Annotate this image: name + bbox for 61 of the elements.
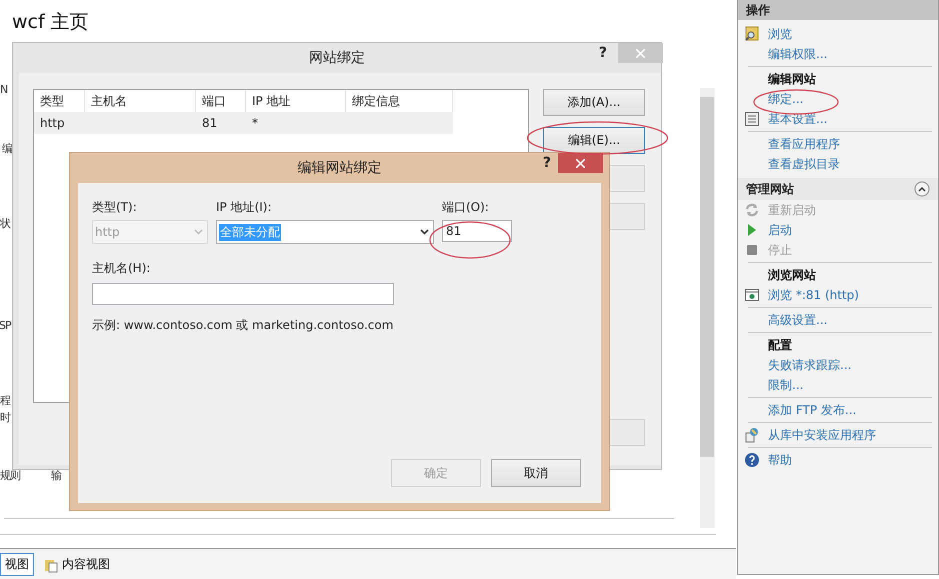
dialog-button[interactable]: 添加(A)... xyxy=(543,89,645,116)
hint-text: 示例: www.contoso.com 或 marketing.contoso.com xyxy=(92,317,394,334)
view-tab[interactable]: 视图 xyxy=(0,553,34,576)
caret-icon xyxy=(194,229,203,235)
scrollbar[interactable] xyxy=(700,88,715,528)
refresh-icon xyxy=(744,202,760,218)
hostname-field[interactable] xyxy=(92,283,394,305)
browser-window-icon xyxy=(744,287,760,303)
field-label: 主机名(H): xyxy=(92,260,152,277)
feature-label: 输 xyxy=(51,468,61,483)
dialog-title: 网站绑定 xyxy=(309,49,365,67)
action-link[interactable]: 帮助 xyxy=(768,452,792,468)
action-link[interactable]: 从库中安装应用程序 xyxy=(768,426,876,444)
view-tab[interactable]: 内容视图 xyxy=(38,553,115,576)
feature-label: 程 xyxy=(0,393,10,408)
feature-label: 编 xyxy=(2,141,12,156)
table-cell: 81 xyxy=(202,116,218,130)
dialog-button[interactable]: 编辑(E)... xyxy=(543,127,645,154)
settings-panel-icon xyxy=(744,111,760,127)
table-cell: * xyxy=(252,116,258,130)
action-link[interactable]: 编辑权限... xyxy=(768,46,828,62)
feature-label: SP xyxy=(0,319,11,332)
install-package-icon xyxy=(744,427,760,443)
field-label: 端口(O): xyxy=(442,199,490,216)
action-link[interactable]: 添加 FTP 发布... xyxy=(768,402,856,418)
action-link[interactable]: 高级设置... xyxy=(768,312,828,328)
help-button[interactable]: ? xyxy=(542,155,551,171)
caret-icon xyxy=(420,229,429,235)
field-label: 类型(T): xyxy=(92,199,138,216)
ip-dropdown[interactable]: 全部未分配 xyxy=(216,220,434,244)
action-link[interactable]: 查看虚拟目录 xyxy=(768,156,840,172)
close-button[interactable] xyxy=(558,153,603,173)
stop-icon xyxy=(744,242,760,258)
help-button[interactable]: ? xyxy=(598,45,607,61)
table-cell: http xyxy=(40,116,65,130)
collapse-icon[interactable] xyxy=(914,181,930,197)
feature-label: 状 xyxy=(0,216,10,231)
feature-label: 规则 xyxy=(0,468,20,483)
action-link[interactable]: 失败请求跟踪... xyxy=(768,356,852,374)
action-link[interactable]: 限制... xyxy=(768,376,804,394)
action-link[interactable]: 启动 xyxy=(768,222,792,238)
page-title: wcf 主页 xyxy=(12,10,89,35)
actions-title: 操作 xyxy=(738,0,938,20)
group-heading: 浏览网站 xyxy=(768,266,816,284)
close-icon xyxy=(636,48,645,58)
port-field[interactable]: 81 xyxy=(442,220,512,242)
action-link[interactable]: 浏览 xyxy=(768,26,792,42)
field-label: IP 地址(I): xyxy=(216,199,273,216)
folder-search-icon xyxy=(744,26,760,42)
help-icon xyxy=(744,452,760,468)
feature-label: N xyxy=(0,83,8,96)
action-link[interactable]: 浏览 *:81 (http) xyxy=(768,286,859,304)
dialog-title: 编辑网站绑定 xyxy=(298,159,382,177)
dialog-button[interactable]: 取消 xyxy=(491,459,581,487)
table-row[interactable]: http 81 * xyxy=(34,112,453,134)
group-heading: 配置 xyxy=(768,336,792,354)
feature-label: 时 xyxy=(0,410,10,425)
group-heading: 编辑网站 xyxy=(768,70,816,88)
close-icon xyxy=(576,158,585,168)
section-header[interactable]: 管理网站 xyxy=(738,178,938,200)
action-link[interactable]: 查看应用程序 xyxy=(768,136,840,152)
